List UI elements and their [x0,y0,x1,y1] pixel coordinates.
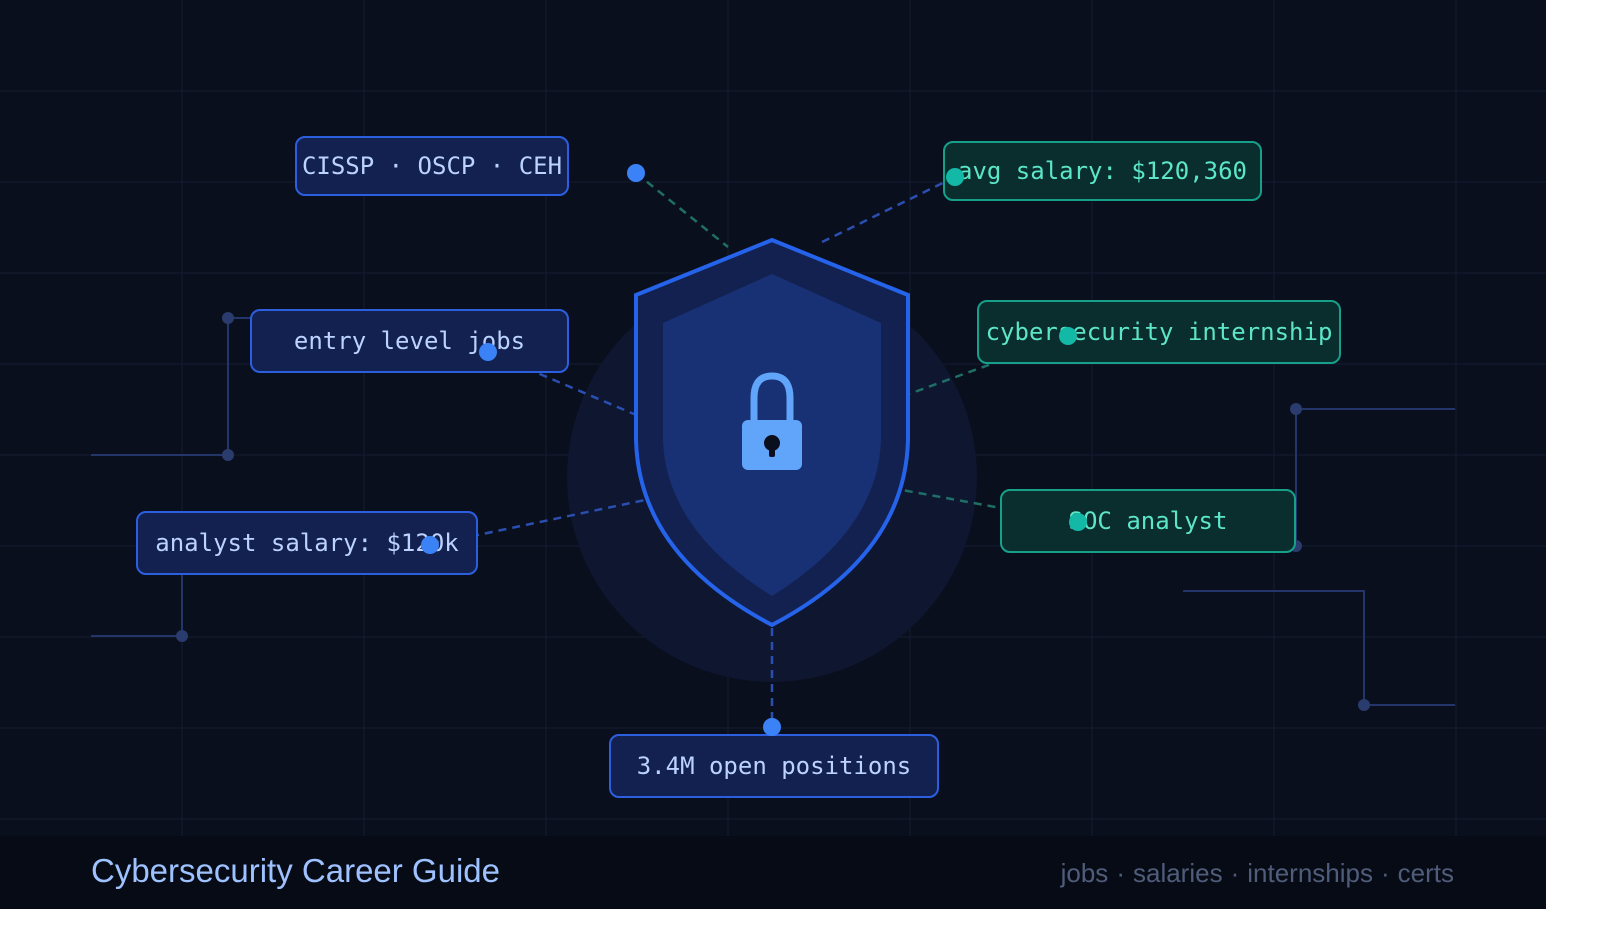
link-internships[interactable]: internships [1247,858,1373,888]
link-jobs[interactable]: jobs [1061,858,1109,888]
separator: · [1380,858,1390,888]
link-certs[interactable]: certs [1398,858,1454,888]
connector-dot [1069,513,1087,531]
connector-dot [421,536,439,554]
connector-dot [1059,327,1077,345]
open-positions-tag: 3.4M open positions [609,734,939,798]
link-salaries[interactable]: salaries [1133,858,1223,888]
connector-dot [946,168,964,186]
avg-salary-tag: avg salary: $120,360 [943,141,1262,201]
topic-links: jobs · salaries · internships · certs [1061,858,1454,889]
certifications-tag: CISSP · OSCP · CEH [295,136,569,196]
soc-analyst-tag: SOC analyst [1000,489,1296,553]
internship-tag: cybersecurity internship [977,300,1341,364]
lock-icon [742,372,802,470]
hero-canvas: CISSP · OSCP · CEH entry level jobs anal… [0,0,1546,909]
connector-dot [479,343,497,361]
connector-dot [763,718,781,736]
page-title: Cybersecurity Career Guide [91,852,500,889]
separator: · [1116,858,1125,888]
connector-dot [627,164,645,182]
entry-level-jobs-tag: entry level jobs [250,309,569,373]
separator: · [1230,858,1240,888]
